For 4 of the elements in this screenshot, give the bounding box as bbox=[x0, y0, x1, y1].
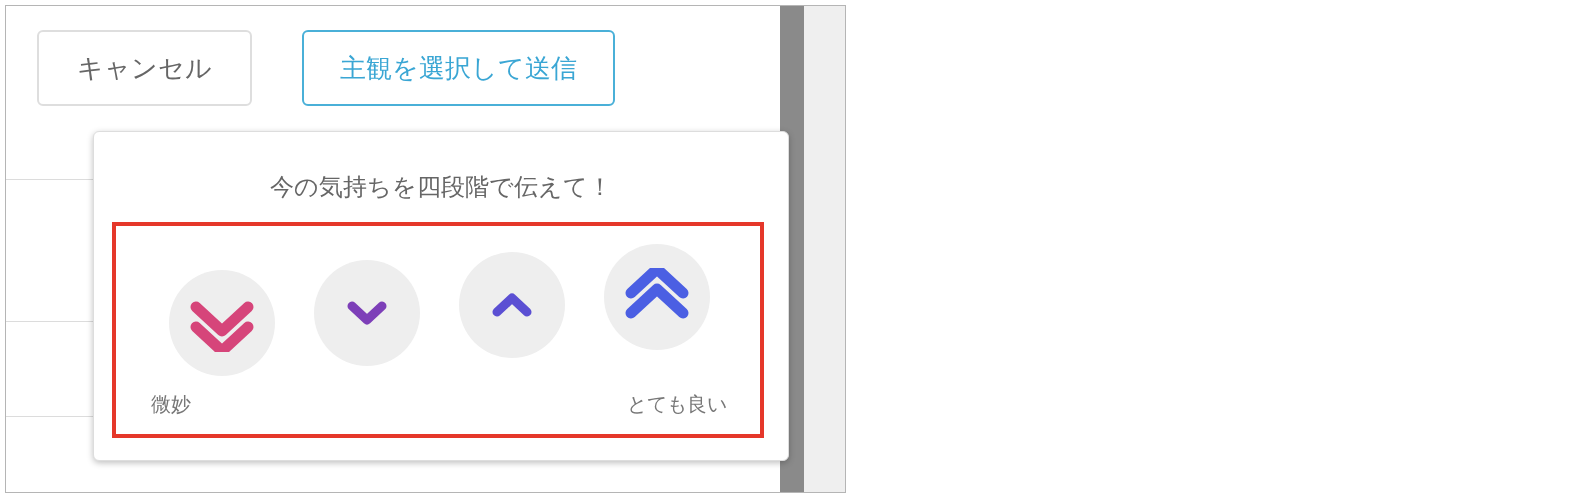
popup-title: 今の気持ちを四段階で伝えて！ bbox=[269, 172, 613, 203]
low-label: 微妙 bbox=[151, 391, 191, 418]
high-label: とても良い bbox=[627, 391, 727, 418]
cancel-button[interactable]: キャンセル bbox=[37, 30, 252, 106]
